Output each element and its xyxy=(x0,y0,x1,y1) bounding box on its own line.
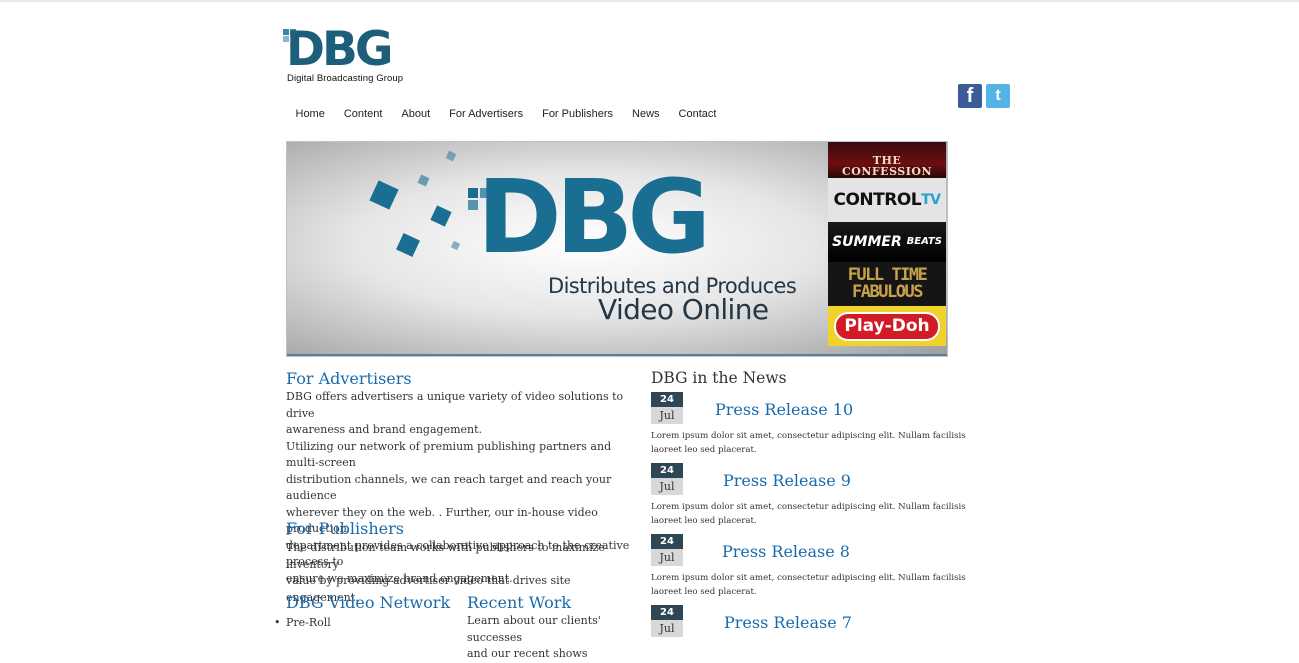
news-item-body: Lorem ipsum dolor sit amet, consectetur … xyxy=(651,573,966,597)
video-network-list: Pre-Roll xyxy=(274,615,331,631)
news-item-title[interactable]: Press Release 9 xyxy=(723,471,851,491)
date-month: Jul xyxy=(651,478,683,495)
nav-about[interactable]: About xyxy=(392,106,440,122)
text-line: and our recent shows xyxy=(467,647,588,660)
advertisers-heading[interactable]: For Advertisers xyxy=(286,369,412,389)
news-item-body: Lorem ipsum dolor sit amet, consectetur … xyxy=(651,502,966,526)
site-logo[interactable]: DBG Digital Broadcasting Group xyxy=(283,23,404,89)
list-item-label: Pre-Roll xyxy=(286,616,331,629)
nav-for-advertisers[interactable]: For Advertisers xyxy=(440,106,533,122)
decor-square xyxy=(417,174,430,187)
publishers-heading[interactable]: For Publishers xyxy=(286,519,404,539)
news-item-title[interactable]: Press Release 10 xyxy=(715,400,853,420)
recent-work-heading[interactable]: Recent Work xyxy=(467,593,571,613)
nav-home[interactable]: Home xyxy=(286,106,334,122)
date-day: 24 xyxy=(651,463,683,478)
news-heading: DBG in the News xyxy=(651,369,787,387)
hero-tagline-2: Video Online xyxy=(598,293,769,326)
date-badge: 24 Jul xyxy=(651,463,683,495)
logo-subtitle: Digital Broadcasting Group xyxy=(287,73,404,84)
news-item-title[interactable]: Press Release 7 xyxy=(724,613,852,633)
decor-square xyxy=(396,233,420,257)
date-badge: 24 Jul xyxy=(651,534,683,566)
date-day: 24 xyxy=(651,392,683,407)
show-thumbnails: THE CONFESSION CONTROL TV SUMMER BEATS FU… xyxy=(828,142,946,356)
date-day: 24 xyxy=(651,534,683,549)
decor-square xyxy=(430,205,452,227)
twitter-icon[interactable]: t xyxy=(986,84,1010,108)
thumb-summer-beats[interactable]: SUMMER BEATS xyxy=(828,222,946,262)
date-badge: 24 Jul xyxy=(651,392,683,424)
decor-square xyxy=(369,180,399,210)
thumb-the-confession[interactable]: THE CONFESSION xyxy=(828,142,946,178)
text-line: The distribution team works with publish… xyxy=(286,541,605,571)
thumb-full-time-fabulous[interactable]: FULL TIME FABULOUS xyxy=(828,262,946,306)
hero-logo: DBG xyxy=(477,158,711,277)
video-network-heading[interactable]: DBG Video Network xyxy=(286,593,450,613)
hero-banner[interactable]: DBG Distributes and Produces Video Onlin… xyxy=(286,141,948,357)
hero-bottom-rule xyxy=(287,354,947,356)
logo-wordmark: DBG xyxy=(286,22,393,77)
date-day: 24 xyxy=(651,605,683,620)
text-line: DBG offers advertisers a unique variety … xyxy=(286,390,624,420)
recent-work-text: Learn about our clients' successes and o… xyxy=(467,613,647,663)
decor-square xyxy=(445,150,457,162)
nav-contact[interactable]: Contact xyxy=(669,106,726,122)
date-month: Jul xyxy=(651,620,683,637)
text-line: Learn about our clients' successes xyxy=(467,614,601,644)
thumb-control-label: CONTROL xyxy=(833,189,922,210)
news-item-title[interactable]: Press Release 8 xyxy=(722,542,850,562)
date-month: Jul xyxy=(651,407,683,424)
text-line: awareness and brand engagement. xyxy=(286,423,483,436)
main-nav: Home Content About For Advertisers For P… xyxy=(286,106,726,122)
decor-square xyxy=(450,240,461,251)
text-line: Utilizing our network of premium publish… xyxy=(286,439,612,470)
nav-for-publishers[interactable]: For Publishers xyxy=(533,106,623,122)
date-badge: 24 Jul xyxy=(651,605,683,637)
thumb-tv-label: TV xyxy=(921,192,941,208)
nav-news[interactable]: News xyxy=(623,106,670,122)
nav-content[interactable]: Content xyxy=(334,106,392,122)
news-item-body: Lorem ipsum dolor sit amet, consectetur … xyxy=(651,431,966,455)
date-month: Jul xyxy=(651,549,683,566)
thumb-beats-label: BEATS xyxy=(906,236,942,247)
thumb-play-doh[interactable]: Play-Doh xyxy=(828,306,946,346)
list-item[interactable]: Pre-Roll xyxy=(274,615,331,631)
facebook-icon[interactable]: f xyxy=(958,84,982,108)
top-border xyxy=(0,0,1299,2)
thumb-summer-label: SUMMER xyxy=(832,234,902,250)
thumb-control-tv[interactable]: CONTROL TV xyxy=(828,178,946,222)
thumb-play-doh-label: Play-Doh xyxy=(834,311,940,341)
text-line: distribution channels, we can reach targ… xyxy=(286,472,612,503)
